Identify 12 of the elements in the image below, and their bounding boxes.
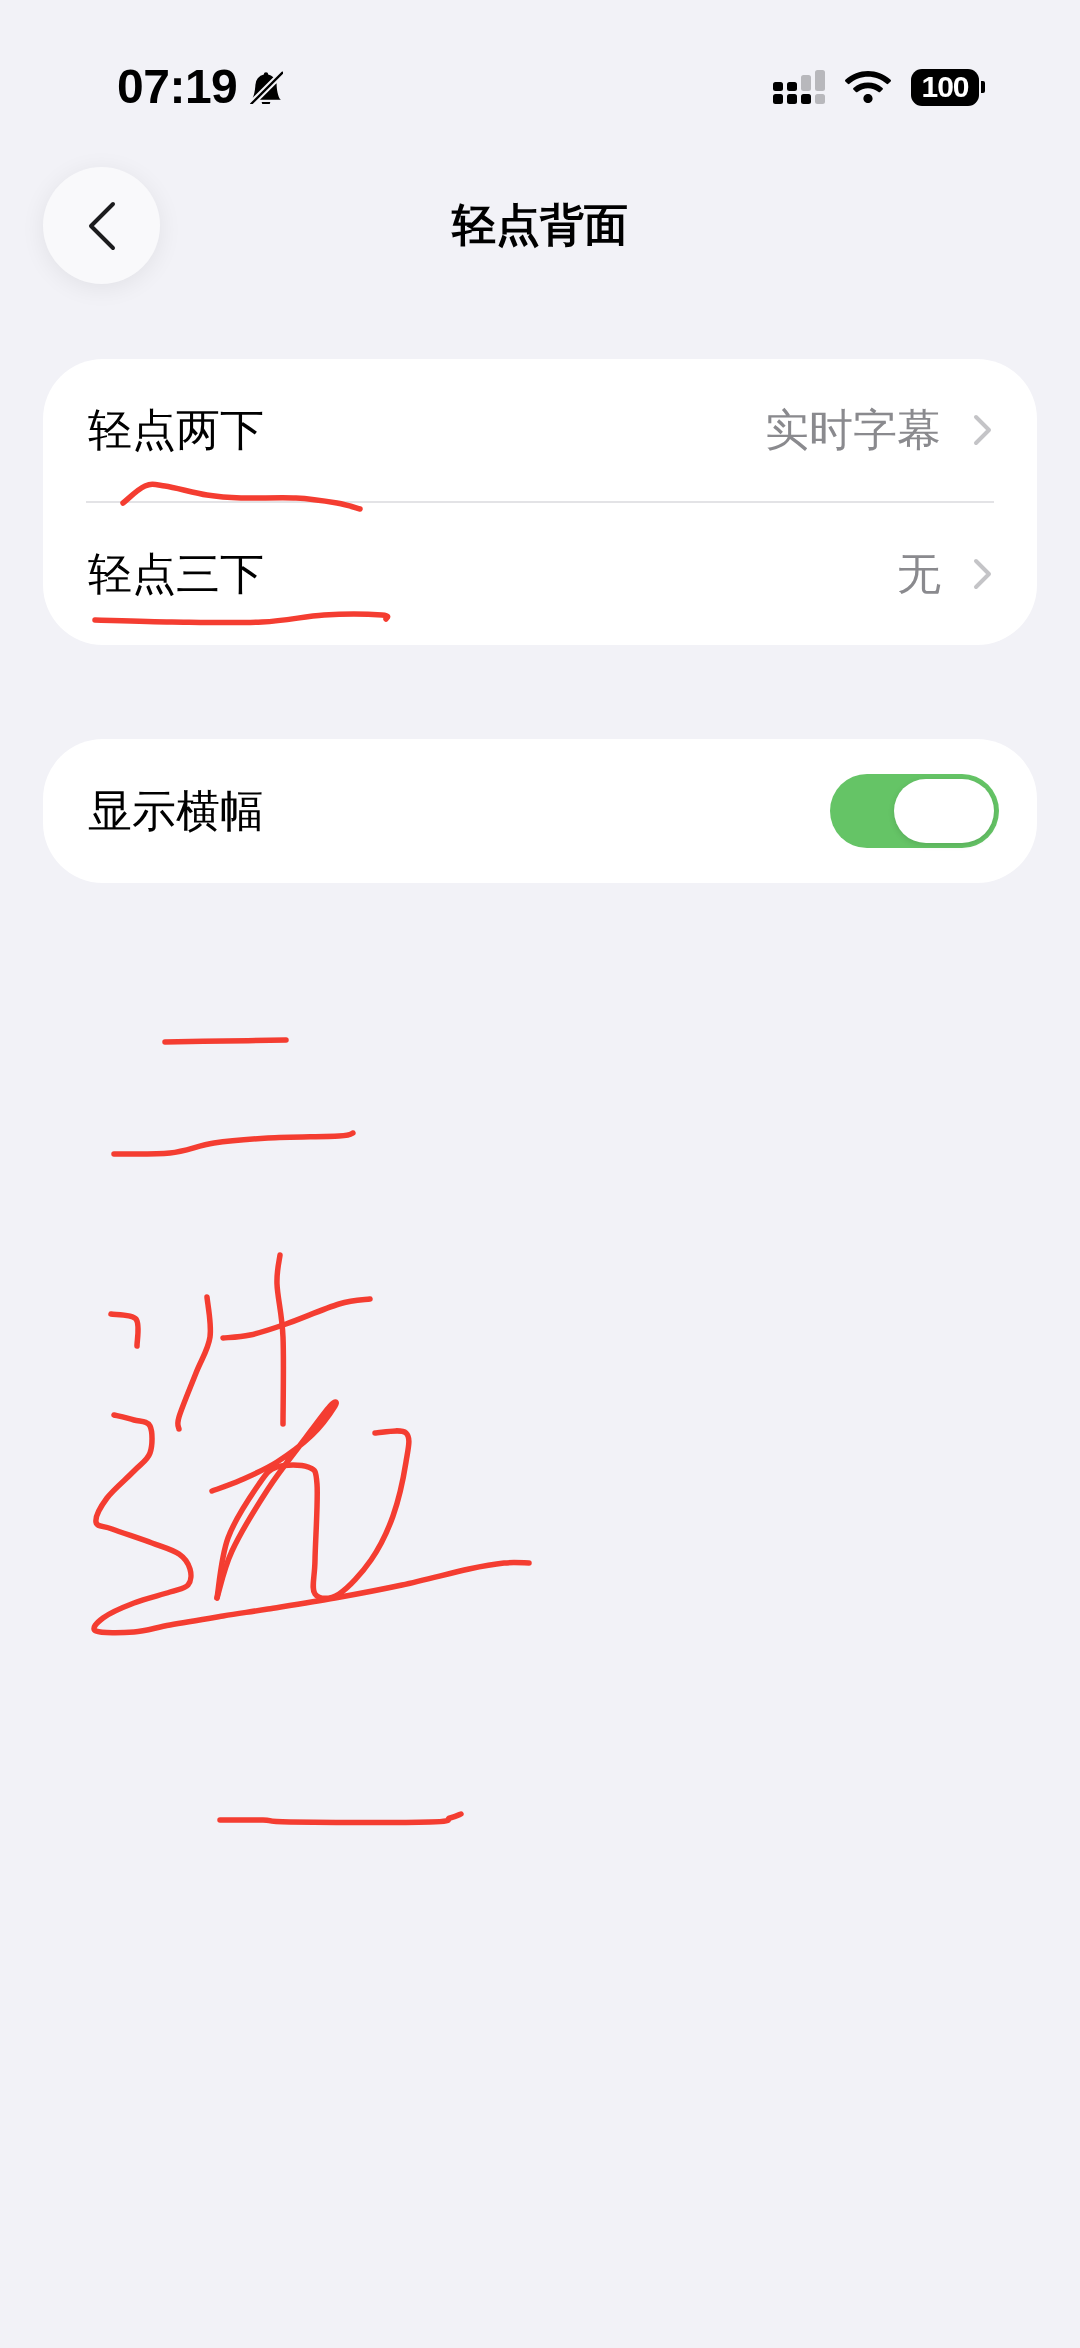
signal-icon (773, 70, 825, 104)
row-label: 显示横幅 (88, 789, 264, 833)
chevron-right-icon (973, 414, 992, 446)
row-label[interactable]: 轻点两下 (88, 408, 264, 452)
row-value: 无 (897, 552, 941, 596)
status-time: 07:19 (117, 63, 238, 111)
page-title: 轻点背面 (452, 203, 628, 247)
row-value: 实时字幕 (765, 408, 941, 452)
row-label[interactable]: 轻点三下 (88, 552, 264, 596)
chevron-left-icon (86, 200, 117, 251)
battery-indicator: 100 (911, 68, 985, 106)
chevron-right-icon (973, 558, 992, 590)
